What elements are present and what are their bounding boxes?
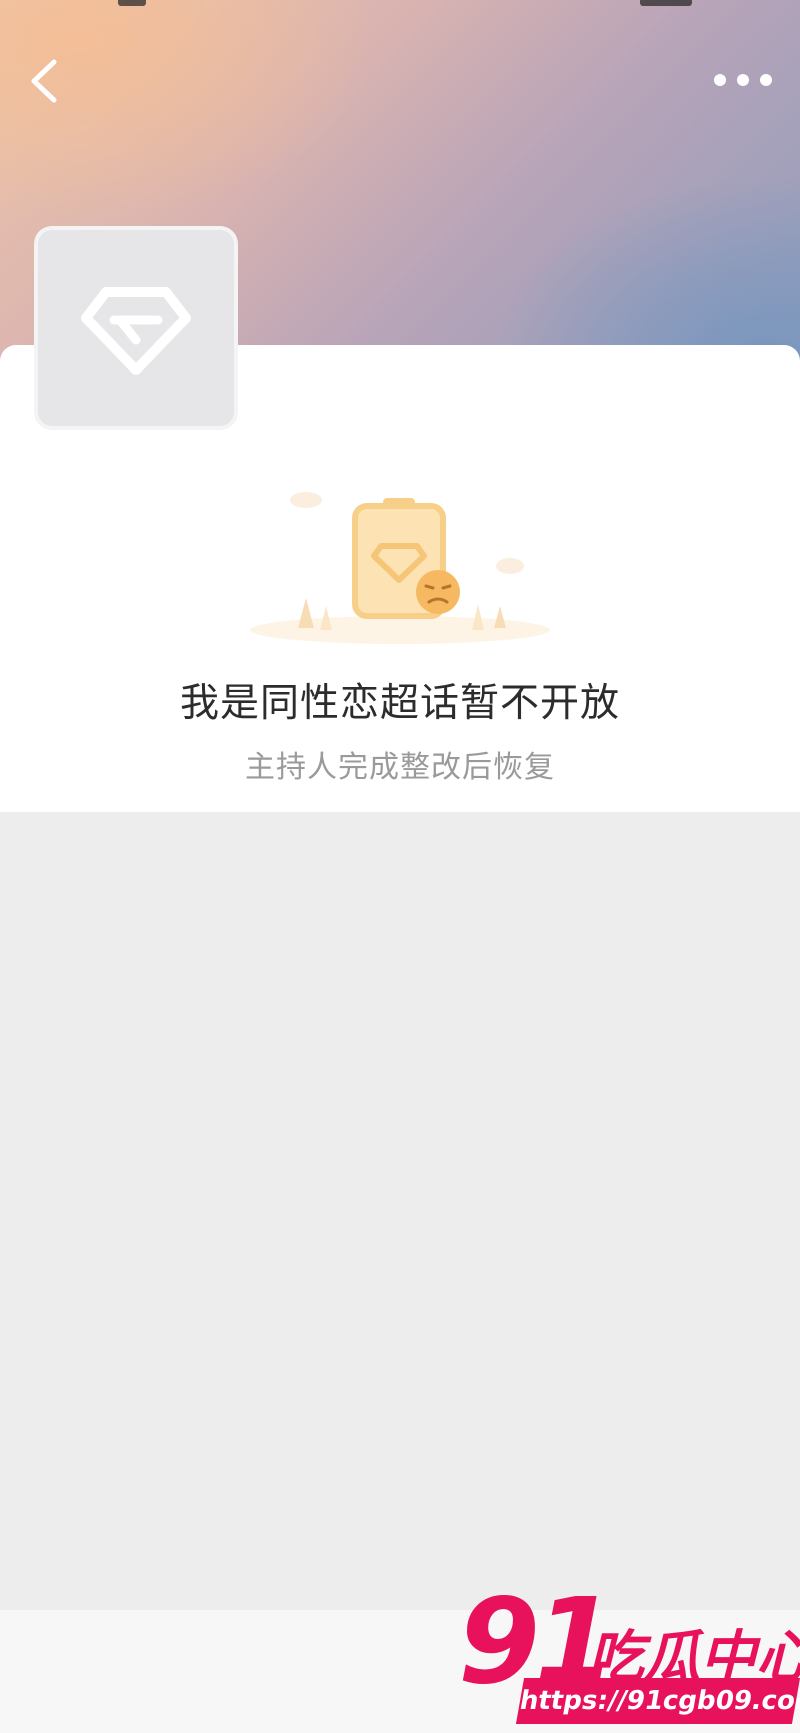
diamond-icon — [81, 287, 191, 375]
empty-phone-sad-face-illustration — [250, 492, 550, 644]
watermark-url: https://91cgb09.com — [515, 1678, 800, 1724]
more-button[interactable] — [710, 62, 776, 98]
watermark-logo: 91 吃瓜中心 https://91cgb09.com — [458, 1582, 800, 1733]
back-button[interactable] — [22, 52, 70, 108]
super-topic-avatar[interactable] — [38, 230, 234, 426]
chevron-left-icon — [31, 59, 57, 103]
status-bar-remnant — [118, 0, 146, 6]
empty-state-title: 我是同性恋超话暂不开放 — [179, 681, 620, 726]
battery-icon — [640, 0, 692, 6]
more-horizontal-icon — [714, 74, 772, 86]
empty-state-subtitle: 主持人完成整改后恢复 — [245, 750, 555, 785]
